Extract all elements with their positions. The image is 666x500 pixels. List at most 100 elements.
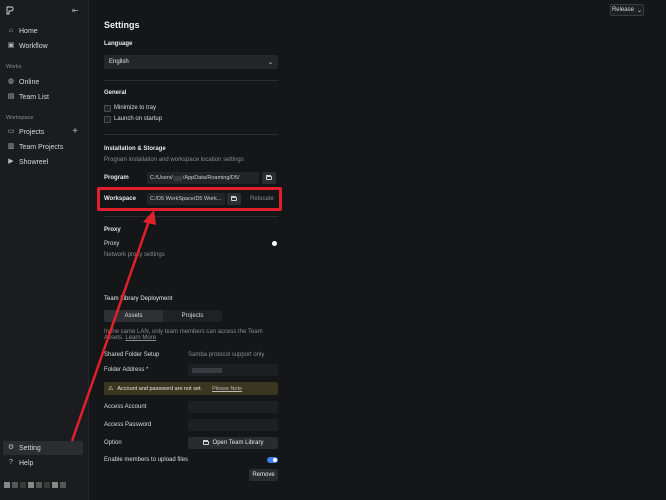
chevron-down-icon: ⌄ [267,59,273,66]
release-dropdown[interactable]: Release ⌄ [610,4,644,16]
tab-assets[interactable]: Assets [104,310,163,322]
sidebar-item-label: Online [19,78,40,86]
upload-files-toggle[interactable] [267,457,278,463]
open-team-library-button[interactable]: Open Team Library [188,437,278,449]
credentials-warning: ⚠ Account and password are not set. Plea… [104,382,278,395]
sidebar-item-label: Team Projects [19,143,64,151]
sidebar-item-label: Team List [19,93,49,101]
sidebar-item-label: Showreel [19,158,49,166]
avatar-pixel [44,482,50,488]
folder-address-text: Folder Address [104,367,145,373]
upload-files-label: Enable members to upload files [104,457,189,463]
team-description: In the same LAN, only team members can a… [104,329,279,341]
learn-more-link[interactable]: Learn More [125,335,156,341]
warning-icon: ⚠ [108,386,114,392]
launch-startup-label: Launch on startup [114,116,163,122]
avatar-pixel [28,482,34,488]
avatar-pixel [60,482,66,488]
team-desc-line2: Assets. [104,335,124,341]
avatar-pixel [36,482,42,488]
please-note-link[interactable]: Please Note [212,386,242,392]
folder-address-label: Folder Address * [104,367,148,373]
play-icon: ▶ [8,158,14,165]
folder-icon [202,440,209,445]
settings-panel: Release ⌄ Settings Language English ⌄ Ge… [89,0,666,500]
warning-text: Account and password are not set. [117,385,203,392]
minimize-tray-label: Minimize to tray [114,105,157,111]
program-path-prefix: C:/Users/ [150,175,173,181]
team-library-heading: Team Library Deployment [104,296,173,302]
proxy-heading: Proxy [104,227,121,233]
program-folder-button[interactable] [262,172,276,184]
sidebar-item-label: Projects [19,128,45,136]
sidebar-item-label: Setting [19,444,41,452]
remove-button[interactable]: Remove [249,469,278,481]
install-description: Program installation and workspace locat… [104,157,244,163]
proxy-toggle[interactable] [268,241,277,246]
team-icon: ▤ [7,93,15,100]
general-heading: General [104,90,127,96]
sidebar-item-projects[interactable]: ▭ Projects [3,125,83,139]
access-password-label: Access Password [104,422,152,428]
sidebar-item-label: Help [19,459,34,467]
workflow-icon: ▣ [7,42,15,49]
proxy-description: Network proxy settings [104,252,165,258]
toggle-knob [273,458,277,462]
add-project-button[interactable]: + [72,126,78,137]
annotation-highlight-box [97,187,282,211]
sidebar-item-team-list[interactable]: ▤ Team List [3,90,83,104]
launch-startup-checkbox[interactable] [104,116,111,123]
user-avatar[interactable] [4,482,66,488]
program-path-suffix: /AppData/Roaming/D5/ [182,175,240,181]
open-team-library-label: Open Team Library [212,440,264,446]
access-password-input[interactable] [188,419,278,431]
language-value: English [109,59,129,65]
sidebar-item-help[interactable]: ? Help [3,456,83,470]
section-label-workspace: Workspace [6,115,34,121]
sidebar-item-label: Workflow [19,42,48,50]
shared-folder-label: Shared Folder Setup [104,352,160,358]
language-select[interactable]: English ⌄ [104,55,278,69]
divider [104,216,278,217]
proxy-label: Proxy [104,241,120,247]
release-label: Release [611,7,634,13]
required-marker: * [146,367,149,373]
sidebar: ⇤ ⌂ Home ▣ Workflow Works ◍ Online ▤ Tea… [0,0,89,500]
sidebar-item-home[interactable]: ⌂ Home [3,24,83,38]
sidebar-item-online[interactable]: ◍ Online [3,75,83,89]
globe-icon: ◍ [7,78,15,85]
help-icon: ? [9,459,13,466]
redacted-username [173,175,182,181]
avatar-pixel [20,482,26,488]
section-label-works: Works [6,64,22,70]
toggle-knob [272,241,277,246]
avatar-pixel [12,482,18,488]
tab-projects[interactable]: Projects [163,310,222,322]
sidebar-item-team-projects[interactable]: ▥ Team Projects [3,140,83,154]
program-path-field: C:/Users/ /AppData/Roaming/D5/ [147,172,259,184]
redacted-address [192,368,222,373]
team-folder-icon: ▥ [7,143,15,150]
minimize-tray-checkbox[interactable] [104,105,111,112]
settings-icon: ⚙ [7,444,15,451]
folder-icon [266,175,272,180]
sidebar-item-showreel[interactable]: ▶ Showreel [3,155,83,169]
divider [104,80,278,81]
program-label: Program [104,175,129,181]
page-title: Settings [104,20,140,30]
sidebar-item-workflow[interactable]: ▣ Workflow [3,39,83,53]
collapse-sidebar-icon[interactable]: ⇤ [72,6,79,15]
install-heading: Installation & Storage [104,146,166,152]
shared-folder-value: Samba protocol support only [188,352,265,358]
language-heading: Language [104,41,133,47]
access-account-input[interactable] [188,401,278,413]
avatar-pixel [52,482,58,488]
chevron-down-icon: ⌄ [636,7,643,14]
home-icon: ⌂ [8,27,14,34]
app-logo-icon [6,6,14,15]
team-library-tabs: Assets Projects [104,310,222,322]
access-account-label: Access Account [104,404,147,410]
sidebar-item-label: Home [19,27,38,35]
sidebar-item-setting[interactable]: ⚙ Setting [3,441,83,455]
divider [104,134,278,135]
